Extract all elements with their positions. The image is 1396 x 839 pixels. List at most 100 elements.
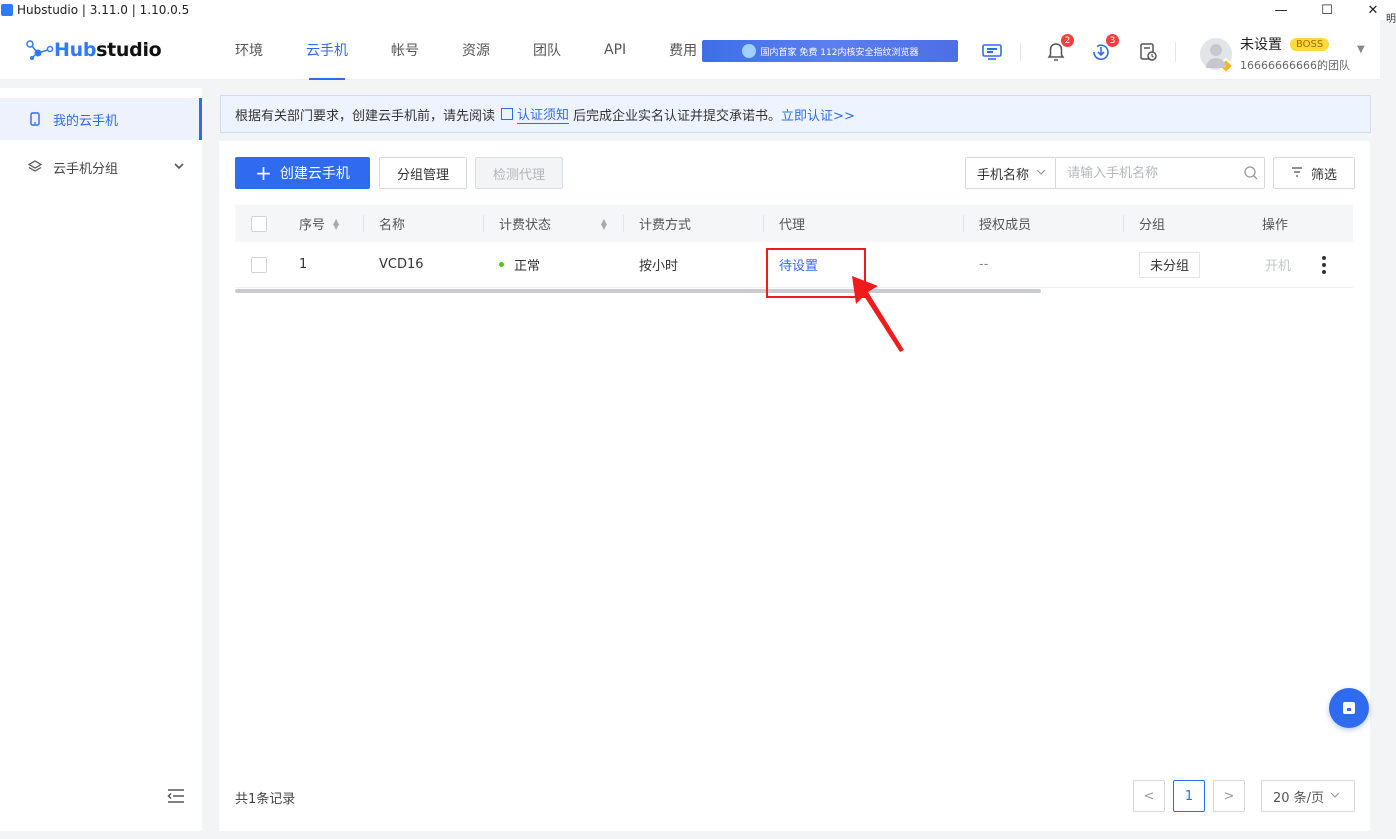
logo-icon bbox=[26, 40, 54, 60]
create-cloud-phone-button[interactable]: + 创建云手机 bbox=[235, 157, 370, 189]
window-controls: — ☐ ✕ bbox=[1258, 0, 1396, 20]
row-status-label: 正常 bbox=[514, 259, 541, 274]
banner-text: 国内首家 免费 112内核安全指纹浏览器 bbox=[760, 47, 919, 58]
monitor-icon[interactable] bbox=[980, 40, 1004, 64]
caret-down-icon[interactable]: ▼ bbox=[1357, 44, 1365, 55]
chevron-down-icon bbox=[174, 162, 184, 173]
window-title: Hubstudio | 3.11.0 | 1.10.0.5 bbox=[17, 3, 190, 17]
row-status: 正常 bbox=[499, 255, 540, 274]
vip-icon bbox=[1217, 57, 1235, 74]
user-name: 未设置 bbox=[1240, 37, 1282, 53]
nav-team[interactable]: 团队 bbox=[522, 20, 572, 80]
chevron-down-icon bbox=[1330, 791, 1340, 801]
page-1-button[interactable]: 1 bbox=[1173, 780, 1205, 812]
history-icon[interactable] bbox=[1136, 40, 1160, 64]
maximize-button[interactable]: ☐ bbox=[1304, 0, 1350, 20]
certification-guide-link[interactable]: 认证须知 bbox=[517, 104, 570, 124]
phone-icon bbox=[28, 112, 42, 126]
power-on-button[interactable]: 开机 bbox=[1265, 255, 1291, 274]
sidebar-item-label: 云手机分组 bbox=[53, 161, 119, 177]
filter-button[interactable]: 筛选 bbox=[1273, 157, 1355, 189]
column-name: 名称 bbox=[379, 218, 406, 233]
annotation-highlight-box bbox=[766, 248, 866, 298]
horizontal-scrollbar[interactable] bbox=[235, 289, 1041, 293]
page-size-value: 20 条/页 bbox=[1273, 790, 1325, 806]
page-size-select[interactable]: 20 条/页 bbox=[1261, 780, 1355, 812]
sidebar-item-phone-groups[interactable]: 云手机分组 bbox=[0, 146, 202, 188]
promo-banner[interactable]: 国内首家 免费 112内核安全指纹浏览器 bbox=[702, 40, 958, 62]
status-dot-icon bbox=[499, 262, 504, 267]
sidebar-item-label: 我的云手机 bbox=[53, 113, 119, 129]
logo-text-suffix: studio bbox=[96, 39, 162, 61]
nav-cloud-phone[interactable]: 云手机 bbox=[295, 20, 359, 80]
main-nav: 环境 云手机 帐号 资源 团队 API 费用 bbox=[224, 20, 729, 80]
total-records: 共1条记录 bbox=[235, 792, 296, 807]
logo[interactable]: Hubstudio bbox=[26, 39, 162, 61]
filter-label: 筛选 bbox=[1310, 167, 1337, 183]
row-group-tag[interactable]: 未分组 bbox=[1139, 251, 1201, 278]
user-menu[interactable]: 未设置 BOSS 16666666666的团队 bbox=[1200, 34, 1350, 74]
sort-icon: ▲ ▼ bbox=[600, 216, 607, 231]
nav-api[interactable]: API bbox=[593, 20, 637, 80]
search-field-select[interactable]: 手机名称 bbox=[966, 158, 1057, 188]
search-input[interactable] bbox=[1056, 158, 1238, 188]
chevron-down-icon bbox=[1036, 168, 1046, 178]
collapse-sidebar-icon[interactable] bbox=[167, 788, 185, 807]
row-index: 1 bbox=[299, 257, 308, 272]
logo-text-prefix: Hub bbox=[54, 39, 97, 61]
row-name: VCD16 bbox=[379, 257, 424, 272]
minimize-button[interactable]: — bbox=[1258, 0, 1304, 20]
certification-notice: 根据有关部门要求，创建云手机前，请先阅读 认证须知 后完成企业实名认证并提交承诺… bbox=[220, 95, 1371, 133]
logo-text: Hubstudio bbox=[54, 39, 162, 61]
download-icon[interactable]: 3 bbox=[1089, 34, 1119, 64]
annotation-arrow-icon bbox=[852, 276, 904, 352]
filter-icon bbox=[1291, 166, 1303, 181]
row-members: -- bbox=[979, 257, 989, 272]
column-divider bbox=[763, 215, 764, 232]
sidebar-item-my-phones[interactable]: 我的云手机 bbox=[0, 98, 202, 140]
app-icon bbox=[1, 4, 13, 16]
nav-environment[interactable]: 环境 bbox=[224, 20, 274, 80]
column-members: 授权成员 bbox=[979, 218, 1032, 233]
row-checkbox[interactable] bbox=[251, 256, 267, 273]
search-field-value: 手机名称 bbox=[977, 167, 1030, 183]
notice-text: 根据有关部门要求，创建云手机前，请先阅读 bbox=[235, 108, 496, 124]
plus-icon: + bbox=[255, 161, 272, 185]
more-actions-icon[interactable] bbox=[1318, 255, 1330, 274]
prev-page-button[interactable]: < bbox=[1133, 780, 1165, 812]
next-page-button[interactable]: > bbox=[1213, 780, 1245, 812]
nav-billing[interactable]: 费用 bbox=[658, 20, 708, 80]
user-team: 16666666666的团队 bbox=[1240, 59, 1350, 72]
column-divider bbox=[483, 215, 484, 232]
column-index[interactable]: 序号 ▲ ▼ bbox=[299, 214, 339, 233]
download-badge: 3 bbox=[1106, 34, 1119, 47]
nav-resources[interactable]: 资源 bbox=[451, 20, 501, 80]
bell-icon[interactable]: 2 bbox=[1044, 34, 1074, 64]
check-proxy-button[interactable]: 检测代理 bbox=[475, 157, 563, 189]
search-bar: 手机名称 bbox=[965, 157, 1265, 189]
notification-badge: 2 bbox=[1061, 34, 1074, 47]
column-proxy: 代理 bbox=[779, 218, 806, 233]
sidebar: 我的云手机 云手机分组 bbox=[0, 88, 202, 831]
banner-icon bbox=[741, 44, 756, 58]
column-group: 分组 bbox=[1139, 218, 1166, 233]
search-icon[interactable] bbox=[1237, 158, 1264, 188]
background-window-text: 明 bbox=[1386, 14, 1396, 25]
group-manage-button[interactable]: 分组管理 bbox=[379, 157, 467, 189]
column-divider bbox=[623, 215, 624, 232]
column-label: 计费状态 bbox=[499, 218, 552, 233]
row-billing: 按小时 bbox=[639, 259, 679, 274]
column-billing-method: 计费方式 bbox=[639, 218, 692, 233]
nav-accounts[interactable]: 帐号 bbox=[380, 20, 430, 80]
column-billing-status[interactable]: 计费状态 ▲ ▼ bbox=[499, 214, 607, 233]
column-label: 序号 bbox=[299, 218, 326, 233]
document-icon bbox=[501, 108, 514, 120]
main-panel: + 创建云手机 分组管理 检测代理 手机名称 筛选 序号 ▲▼ 名称 bbox=[219, 141, 1370, 831]
boss-badge: BOSS bbox=[1290, 37, 1330, 51]
certify-now-link[interactable]: 立即认证>> bbox=[781, 105, 855, 124]
select-all-checkbox[interactable] bbox=[251, 215, 267, 232]
sort-icon: ▲ ▼ bbox=[333, 216, 340, 231]
window-edge bbox=[1380, 20, 1396, 839]
column-divider bbox=[963, 215, 964, 232]
floating-help-button[interactable] bbox=[1329, 688, 1369, 728]
